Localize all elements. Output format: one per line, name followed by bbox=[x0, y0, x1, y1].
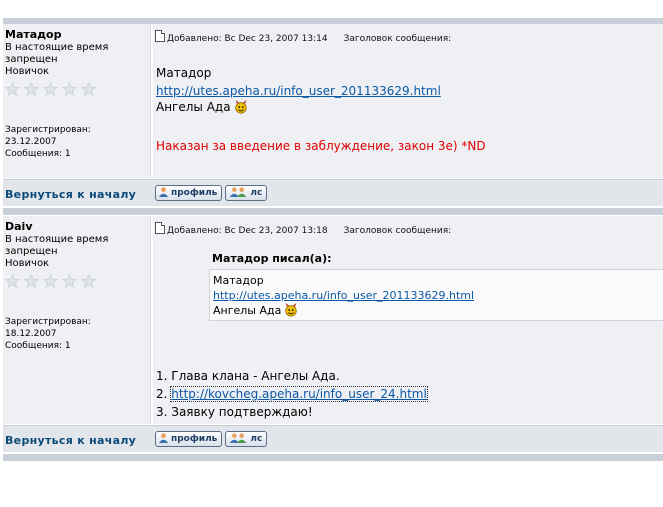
author-name[interactable]: Матадор bbox=[5, 28, 61, 41]
pm-button-label: лс bbox=[250, 434, 263, 444]
post-text-line1: Матадор bbox=[156, 66, 212, 80]
list-item-2-link[interactable]: http://kovcheg.apeha.ru/info_user_24.htm… bbox=[170, 386, 428, 402]
star-icon bbox=[43, 274, 58, 288]
author-name[interactable]: Daiv bbox=[5, 220, 33, 233]
users-icon bbox=[230, 187, 247, 197]
post-doc-icon[interactable] bbox=[155, 222, 165, 234]
star-icon bbox=[81, 82, 96, 96]
list-item-1: 1. Глава клана - Ангелы Ада. bbox=[156, 369, 340, 383]
back-to-top-link[interactable]: Вернуться к началу bbox=[5, 434, 136, 447]
penalty-note: Наказан за введение в заблуждение, закон… bbox=[156, 139, 486, 153]
message-count: Сообщения: 1 bbox=[5, 149, 71, 159]
star-icon bbox=[62, 82, 77, 96]
post-added: Добавлено: Вс Dec 23, 2007 13:14 bbox=[167, 34, 328, 44]
devil-smile-icon bbox=[285, 303, 298, 317]
post-text-clan: Ангелы Ада bbox=[156, 100, 231, 114]
user-icon bbox=[158, 433, 169, 443]
post-subject-label: Заголовок сообщения: bbox=[343, 34, 452, 44]
star-icon bbox=[5, 274, 20, 288]
registered-date: 18.12.2007 bbox=[5, 329, 57, 339]
rank-stars bbox=[5, 273, 100, 292]
post-2: Daiv В настоящие время запрещен Новичок … bbox=[3, 216, 663, 454]
post-separator bbox=[3, 208, 663, 215]
pm-button[interactable]: лс bbox=[225, 431, 268, 447]
rank-stars bbox=[5, 81, 100, 100]
registered-label: Зарегистрирован: bbox=[5, 317, 91, 327]
post-text-line3: Ангелы Ада bbox=[156, 98, 248, 116]
post-author-panel: Матадор В настоящие время запрещен Нович… bbox=[3, 24, 151, 178]
star-icon bbox=[81, 274, 96, 288]
post-meta: Добавлено: Вс Dec 23, 2007 13:14 Заголово… bbox=[155, 30, 451, 44]
star-icon bbox=[43, 82, 58, 96]
post-author-panel: Daiv В настоящие время запрещен Новичок … bbox=[3, 216, 151, 424]
forum-topic: Матадор В настоящие время запрещен Нович… bbox=[0, 0, 663, 507]
devil-smile-icon bbox=[234, 100, 247, 114]
quote-line1: Матадор bbox=[213, 274, 264, 287]
registered-label: Зарегистрирован: bbox=[5, 125, 91, 135]
list-item-2: 2. http://kovcheg.apeha.ru/info_user_24.… bbox=[156, 385, 428, 403]
list-item-3: 3. Заявку подтверждаю! bbox=[156, 405, 313, 419]
post-meta: Добавлено: Вс Dec 23, 2007 13:18 Заголово… bbox=[155, 222, 451, 236]
users-icon bbox=[230, 433, 247, 443]
star-icon bbox=[5, 82, 20, 96]
post-link[interactable]: http://utes.apeha.ru/info_user_201133629… bbox=[156, 84, 441, 98]
quote-line3: Ангелы Ада bbox=[213, 304, 282, 317]
author-status-line1: В настоящие время bbox=[5, 234, 109, 245]
post-action-buttons: профиль лс bbox=[155, 185, 270, 201]
back-to-top-link[interactable]: Вернуться к началу bbox=[5, 188, 136, 201]
registered-date: 23.12.2007 bbox=[5, 137, 57, 147]
user-icon bbox=[158, 187, 169, 197]
star-icon bbox=[24, 82, 39, 96]
post-doc-icon[interactable] bbox=[155, 30, 165, 42]
author-rank: Новичок bbox=[5, 66, 50, 77]
star-icon bbox=[24, 274, 39, 288]
post-body-panel: Добавлено: Вс Dec 23, 2007 13:18 Заголово… bbox=[153, 216, 663, 424]
post-1: Матадор В настоящие время запрещен Нович… bbox=[3, 24, 663, 208]
quote-box: Матадор http://utes.apeha.ru/info_user_2… bbox=[209, 269, 663, 321]
post-footer: Вернуться к началу профиль лс bbox=[3, 425, 663, 452]
profile-button[interactable]: профиль bbox=[155, 185, 223, 201]
quote-header: Матадор писал(а): bbox=[212, 252, 332, 265]
star-icon bbox=[62, 274, 77, 288]
profile-button-label: профиль bbox=[171, 188, 218, 198]
post-added: Добавлено: Вс Dec 23, 2007 13:18 bbox=[167, 226, 328, 236]
message-count: Сообщения: 1 bbox=[5, 341, 71, 351]
profile-button[interactable]: профиль bbox=[155, 431, 223, 447]
post-subject-label: Заголовок сообщения: bbox=[343, 226, 452, 236]
quote-line3-wrapper: Ангелы Ада bbox=[213, 303, 663, 318]
author-rank: Новичок bbox=[5, 258, 50, 269]
author-status-line2: запрещен bbox=[5, 246, 58, 257]
pm-button-label: лс bbox=[250, 188, 263, 198]
author-status-line2: запрещен bbox=[5, 54, 58, 65]
post-footer: Вернуться к началу профиль лс bbox=[3, 179, 663, 206]
pm-button[interactable]: лс bbox=[225, 185, 268, 201]
post-body-panel: Добавлено: Вс Dec 23, 2007 13:14 Заголово… bbox=[153, 24, 663, 178]
post-action-buttons: профиль лс bbox=[155, 431, 270, 447]
author-status-line1: В настоящие время bbox=[5, 42, 109, 53]
quote-link[interactable]: http://utes.apeha.ru/info_user_201133629… bbox=[213, 289, 474, 302]
list-item-2-prefix: 2. bbox=[156, 387, 172, 401]
profile-button-label: профиль bbox=[171, 434, 218, 444]
bottom-separator bbox=[3, 454, 663, 461]
